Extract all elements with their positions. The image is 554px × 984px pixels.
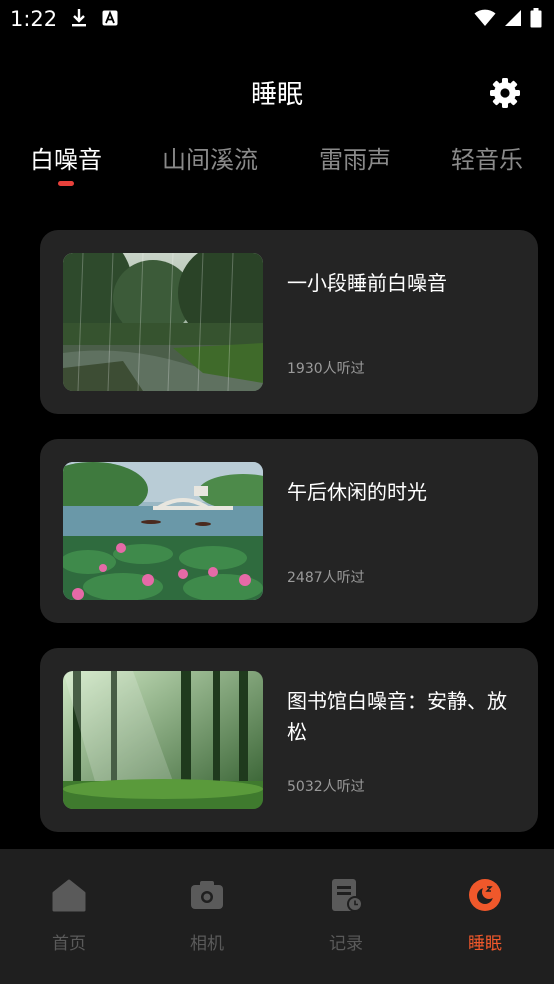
card-title: 图书馆白噪音：安静、放松 xyxy=(287,689,507,744)
status-bar: 1:22 xyxy=(0,0,554,38)
nav-label: 睡眠 xyxy=(468,934,502,954)
tab-mountain-stream[interactable]: 山间溪流 xyxy=(162,140,258,175)
page-title: 睡眠 xyxy=(250,80,303,110)
wifi-icon xyxy=(474,9,496,31)
tab-light-music[interactable]: 轻音乐 xyxy=(451,140,523,175)
battery-icon xyxy=(530,8,542,32)
nav-label: 相机 xyxy=(190,934,224,954)
a-badge-icon xyxy=(102,10,118,30)
tab-white-noise[interactable]: 白噪音 xyxy=(30,140,102,175)
sound-card[interactable]: 一小段睡前白噪音 1930人听过 xyxy=(40,230,538,414)
nav-item-sleep[interactable]: 睡眠 xyxy=(416,849,554,984)
moon-icon xyxy=(469,879,501,911)
nav-label: 首页 xyxy=(52,934,86,954)
active-tab-indicator xyxy=(58,181,74,186)
listen-count: 5032人听过 xyxy=(287,779,365,795)
bottom-nav: 首页 相机 记录 睡眠 xyxy=(0,849,554,984)
nav-item-camera[interactable]: 相机 xyxy=(138,849,276,984)
sound-card[interactable]: 午后休闲的时光 2487人听过 xyxy=(40,439,538,623)
nav-item-record[interactable]: 记录 xyxy=(277,849,415,984)
tab-bar: 白噪音 山间溪流 雷雨声 轻音乐 xyxy=(0,140,554,190)
home-icon xyxy=(52,879,86,912)
camera-icon xyxy=(191,881,223,909)
card-title: 午后休闲的时光 xyxy=(287,480,427,504)
listen-count: 2487人听过 xyxy=(287,570,365,586)
lotus-lake-bridge-image xyxy=(63,462,263,600)
nav-label: 记录 xyxy=(329,934,363,954)
rainy-forest-pond-image xyxy=(63,253,263,391)
record-icon xyxy=(332,879,363,912)
gear-icon xyxy=(490,78,520,108)
nav-item-home[interactable]: 首页 xyxy=(0,849,138,984)
download-icon xyxy=(70,8,88,32)
card-title: 一小段睡前白噪音 xyxy=(287,271,447,295)
tab-thunderstorm[interactable]: 雷雨声 xyxy=(319,140,391,175)
status-time: 1:22 xyxy=(10,7,58,31)
sound-card[interactable]: 图书馆白噪音：安静、放松 5032人听过 xyxy=(40,648,538,832)
listen-count: 1930人听过 xyxy=(287,361,365,377)
settings-button[interactable] xyxy=(487,75,523,111)
signal-icon xyxy=(504,9,522,31)
sunlit-forest-image xyxy=(63,671,263,809)
